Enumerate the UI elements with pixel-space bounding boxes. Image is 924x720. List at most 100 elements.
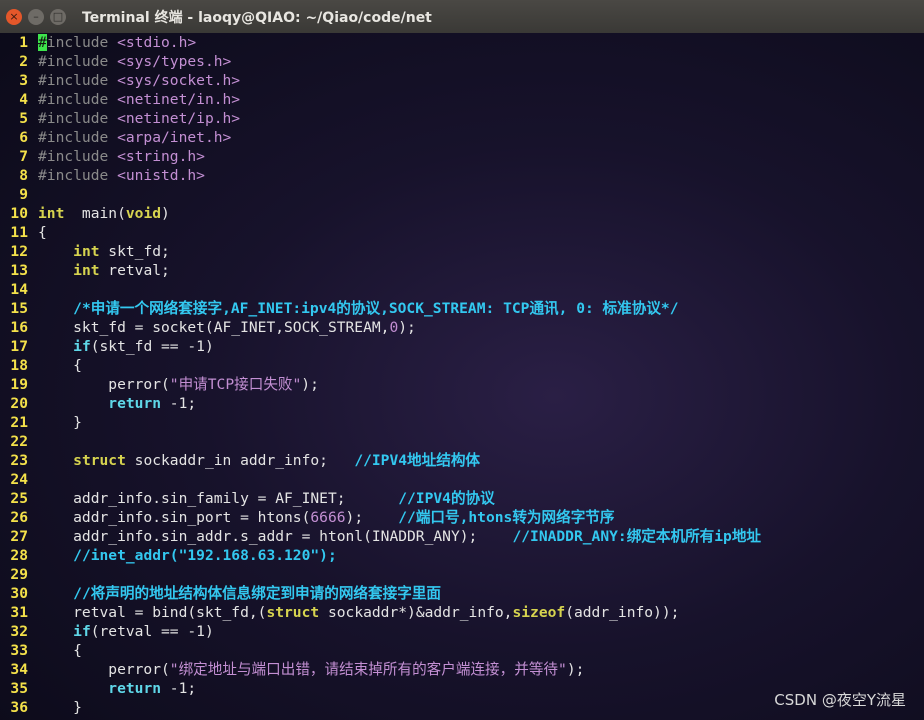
minimize-icon[interactable]: – bbox=[28, 8, 44, 25]
code-text: if(skt_fd == -1) bbox=[28, 337, 214, 356]
code-token: retval = bind(skt_fd,( bbox=[38, 604, 267, 621]
code-line: 24 bbox=[0, 470, 924, 489]
code-token: 6666 bbox=[310, 509, 346, 526]
line-number: 36 bbox=[10, 699, 28, 716]
code-token: #include bbox=[38, 72, 118, 89]
code-text: { bbox=[28, 356, 82, 375]
code-token: (addr_info)); bbox=[565, 604, 680, 621]
code-token: skt_fd = socket(AF_INET,SOCK_STREAM, bbox=[38, 319, 390, 336]
code-line: 1 #include <stdio.h> bbox=[0, 33, 924, 52]
code-token: } bbox=[38, 699, 82, 716]
line-number: 15 bbox=[10, 300, 28, 317]
code-line: 9 bbox=[0, 185, 924, 204]
code-text: #include <arpa/inet.h> bbox=[28, 128, 231, 147]
code-text: return -1; bbox=[28, 394, 196, 413]
code-token: //将声明的地址结构体信息绑定到申请的网络套接字里面 bbox=[73, 585, 441, 602]
code-line: 17 if(skt_fd == -1) bbox=[0, 337, 924, 356]
code-text: perror("绑定地址与端口出错，请结束掉所有的客户端连接，并等待"); bbox=[28, 660, 584, 679]
line-number: 8 bbox=[19, 167, 28, 184]
code-token: addr_info.sin_port = htons( bbox=[38, 509, 311, 526]
code-token: if bbox=[73, 623, 91, 640]
watermark: CSDN @夜空Y流星 bbox=[774, 691, 906, 709]
code-token: <sys/socket.h> bbox=[117, 72, 241, 89]
code-line: 19 perror("申请TCP接口失败"); bbox=[0, 375, 924, 394]
code-token: #include bbox=[38, 53, 118, 70]
code-line: 10 int main(void) bbox=[0, 204, 924, 223]
code-text: perror("申请TCP接口失败"); bbox=[28, 375, 319, 394]
code-line: 14 bbox=[0, 280, 924, 299]
code-token: { bbox=[38, 357, 82, 374]
code-text: } bbox=[28, 413, 82, 432]
code-token: //inet_addr("192.168.63.120"); bbox=[73, 547, 337, 564]
code-line: 32 if(retval == -1) bbox=[0, 622, 924, 641]
code-token: <netinet/ip.h> bbox=[117, 110, 241, 127]
close-icon[interactable]: × bbox=[6, 8, 22, 25]
code-line: 30 //将声明的地址结构体信息绑定到申请的网络套接字里面 bbox=[0, 584, 924, 603]
code-line: 15 /*申请一个网络套接字,AF_INET:ipv4的协议,SOCK_STRE… bbox=[0, 299, 924, 318]
window-title: Terminal 终端 - laoqy@QIAO: ~/Qiao/code/ne… bbox=[82, 9, 432, 26]
code-token: main( bbox=[64, 205, 126, 222]
line-number: 12 bbox=[10, 243, 28, 260]
code-text: addr_info.sin_family = AF_INET; //IPV4的协… bbox=[28, 489, 495, 508]
code-text: addr_info.sin_addr.s_addr = htonl(INADDR… bbox=[28, 527, 761, 546]
code-token: ); bbox=[301, 376, 319, 393]
line-number: 30 bbox=[10, 585, 28, 602]
code-line: 34 perror("绑定地址与端口出错，请结束掉所有的客户端连接，并等待"); bbox=[0, 660, 924, 679]
code-text: addr_info.sin_port = htons(6666); //端口号,… bbox=[28, 508, 614, 527]
code-line: 5 #include <netinet/ip.h> bbox=[0, 109, 924, 128]
line-number: 24 bbox=[10, 471, 28, 488]
code-text: #include <sys/types.h> bbox=[28, 52, 231, 71]
code-line: 26 addr_info.sin_port = htons(6666); //端… bbox=[0, 508, 924, 527]
code-line: 16 skt_fd = socket(AF_INET,SOCK_STREAM,0… bbox=[0, 318, 924, 337]
line-number: 6 bbox=[19, 129, 28, 146]
code-token: #include bbox=[38, 91, 118, 108]
code-line: 28 //inet_addr("192.168.63.120"); bbox=[0, 546, 924, 565]
code-line: 11 { bbox=[0, 223, 924, 242]
code-text: skt_fd = socket(AF_INET,SOCK_STREAM,0); bbox=[28, 318, 416, 337]
code-token: retval; bbox=[99, 262, 170, 279]
line-number: 7 bbox=[19, 148, 28, 165]
line-number: 29 bbox=[10, 566, 28, 583]
code-token: ); bbox=[566, 661, 585, 678]
code-token: #include bbox=[38, 129, 118, 146]
code-token: if bbox=[73, 338, 91, 355]
code-token: "申请TCP接口失败" bbox=[169, 376, 302, 393]
code-text: #include <string.h> bbox=[28, 147, 205, 166]
code-token: addr_info.sin_addr.s_addr = htonl(INADDR… bbox=[38, 528, 513, 545]
code-token: <netinet/in.h> bbox=[117, 91, 241, 108]
maximize-icon[interactable]: □ bbox=[50, 8, 66, 25]
code-line: 33 { bbox=[0, 641, 924, 660]
code-editor[interactable]: 1 #include <stdio.h> 2 #include <sys/types.… bbox=[0, 33, 924, 720]
code-line: 22 bbox=[0, 432, 924, 451]
line-number: 2 bbox=[19, 53, 28, 70]
code-token: int bbox=[73, 262, 100, 279]
line-number: 35 bbox=[10, 680, 28, 697]
code-line: 18 { bbox=[0, 356, 924, 375]
code-line: 21 } bbox=[0, 413, 924, 432]
code-token: skt_fd; bbox=[99, 243, 170, 260]
code-token: <stdio.h> bbox=[117, 34, 197, 51]
code-token: <sys/types.h> bbox=[117, 53, 232, 70]
code-token: { bbox=[38, 224, 47, 241]
line-number: 5 bbox=[19, 110, 28, 127]
code-token: <arpa/inet.h> bbox=[117, 129, 232, 146]
code-token: addr_info.sin_family = AF_INET; bbox=[38, 490, 399, 507]
line-number: 33 bbox=[10, 642, 28, 659]
code-token: perror( bbox=[38, 376, 170, 393]
code-token: int bbox=[38, 205, 65, 222]
code-token: sizeof bbox=[512, 604, 566, 621]
code-token: #include bbox=[38, 110, 118, 127]
line-number: 26 bbox=[10, 509, 28, 526]
code-text: struct sockaddr_in addr_info; //IPV4地址结构… bbox=[28, 451, 480, 470]
line-number: 23 bbox=[10, 452, 28, 469]
